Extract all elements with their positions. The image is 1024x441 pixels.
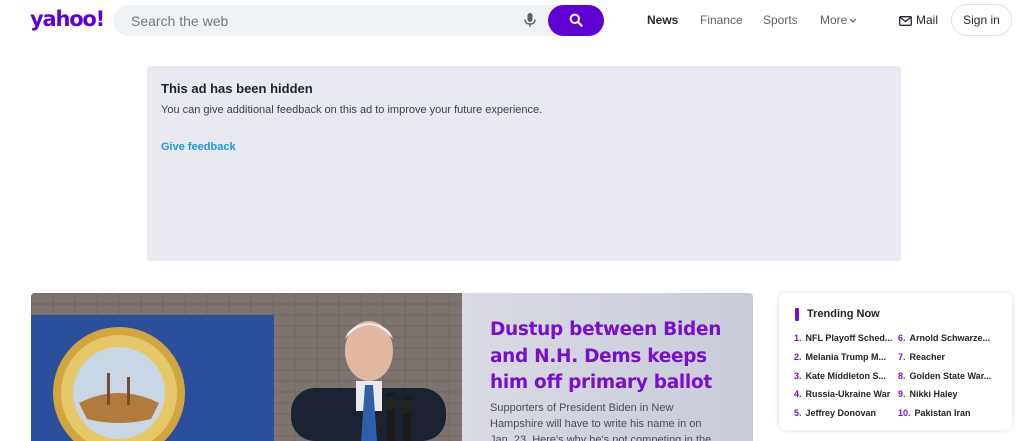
trending-item[interactable]: 3. Kate Middleton S... bbox=[794, 371, 886, 381]
trending-rank: 4. bbox=[794, 389, 802, 399]
microphone-icon[interactable] bbox=[522, 12, 538, 29]
trending-label: Arnold Schwarze... bbox=[909, 333, 991, 343]
yahoo-logo[interactable]: yahoo! bbox=[30, 7, 105, 31]
trending-item[interactable]: 7. Reacher bbox=[898, 352, 945, 362]
trending-label: Jeffrey Donovan bbox=[805, 408, 877, 418]
trending-item[interactable]: 1. NFL Playoff Sched... bbox=[794, 333, 892, 343]
trending-label: Reacher bbox=[909, 352, 946, 362]
trending-label: NFL Playoff Sched... bbox=[805, 333, 893, 343]
mail-icon bbox=[899, 16, 912, 26]
search-icon bbox=[569, 13, 583, 27]
hero-story[interactable]: Dustup between Biden and N.H. Dems keeps… bbox=[31, 293, 753, 441]
mail-label: Mail bbox=[916, 13, 939, 27]
hero-text-panel: Dustup between Biden and N.H. Dems keeps… bbox=[462, 293, 753, 441]
nav-more[interactable]: More bbox=[820, 13, 857, 27]
hero-headline[interactable]: Dustup between Biden and N.H. Dems keeps… bbox=[490, 317, 740, 397]
ad-hidden-message: You can give additional feedback on this… bbox=[161, 104, 543, 116]
trending-rank: 2. bbox=[794, 352, 802, 362]
trending-label: Russia-Ukraine War bbox=[805, 389, 891, 399]
trending-rank: 5. bbox=[794, 408, 802, 418]
trending-label: Nikki Haley bbox=[909, 389, 958, 399]
nav-more-label: More bbox=[820, 13, 848, 27]
ad-hidden-title: This ad has been hidden bbox=[161, 81, 313, 96]
chevron-down-icon bbox=[849, 18, 857, 23]
nav-sports[interactable]: Sports bbox=[763, 13, 798, 27]
trending-rank: 10. bbox=[898, 408, 911, 418]
mail-link[interactable]: Mail bbox=[899, 13, 938, 27]
trending-item[interactable]: 5. Jeffrey Donovan bbox=[794, 408, 876, 418]
trending-item[interactable]: 2. Melania Trump M... bbox=[794, 352, 886, 362]
trending-label: Kate Middleton S... bbox=[805, 371, 887, 381]
nav-news[interactable]: News bbox=[647, 13, 678, 27]
give-feedback-link[interactable]: Give feedback bbox=[161, 141, 236, 153]
nav-finance[interactable]: Finance bbox=[700, 13, 743, 27]
search-button[interactable] bbox=[548, 5, 604, 36]
trending-title: Trending Now bbox=[807, 308, 880, 320]
trending-rank: 1. bbox=[794, 333, 802, 343]
trending-item[interactable]: 4. Russia-Ukraine War bbox=[794, 389, 890, 399]
hidden-ad-notice: This ad has been hidden You can give add… bbox=[147, 66, 901, 261]
sign-in-button[interactable]: Sign in bbox=[951, 4, 1012, 36]
trending-rank: 9. bbox=[898, 389, 906, 399]
trending-rank: 8. bbox=[898, 371, 906, 381]
hero-photo bbox=[31, 293, 462, 441]
trending-accent-bar bbox=[795, 308, 799, 321]
trending-item[interactable]: 6. Arnold Schwarze... bbox=[898, 333, 990, 343]
search-bar bbox=[113, 5, 604, 36]
trending-now-panel: Trending Now 1. NFL Playoff Sched... 2. Me… bbox=[779, 293, 1012, 430]
hero-image[interactable] bbox=[31, 293, 462, 441]
trending-label: Golden State War... bbox=[909, 371, 992, 381]
trending-item[interactable]: 8. Golden State War... bbox=[898, 371, 991, 381]
trending-rank: 6. bbox=[898, 333, 906, 343]
hero-summary: Supporters of President Biden in New Ham… bbox=[490, 402, 712, 441]
trending-rank: 3. bbox=[794, 371, 802, 381]
trending-item[interactable]: 10. Pakistan Iran bbox=[898, 408, 971, 418]
trending-item[interactable]: 9. Nikki Haley bbox=[898, 389, 958, 399]
trending-label: Melania Trump M... bbox=[805, 352, 887, 362]
trending-label: Pakistan Iran bbox=[914, 408, 971, 418]
search-input[interactable] bbox=[131, 5, 511, 36]
top-header: yahoo! News Finance Sports More Mail Sig… bbox=[0, 0, 1024, 42]
trending-rank: 7. bbox=[898, 352, 906, 362]
